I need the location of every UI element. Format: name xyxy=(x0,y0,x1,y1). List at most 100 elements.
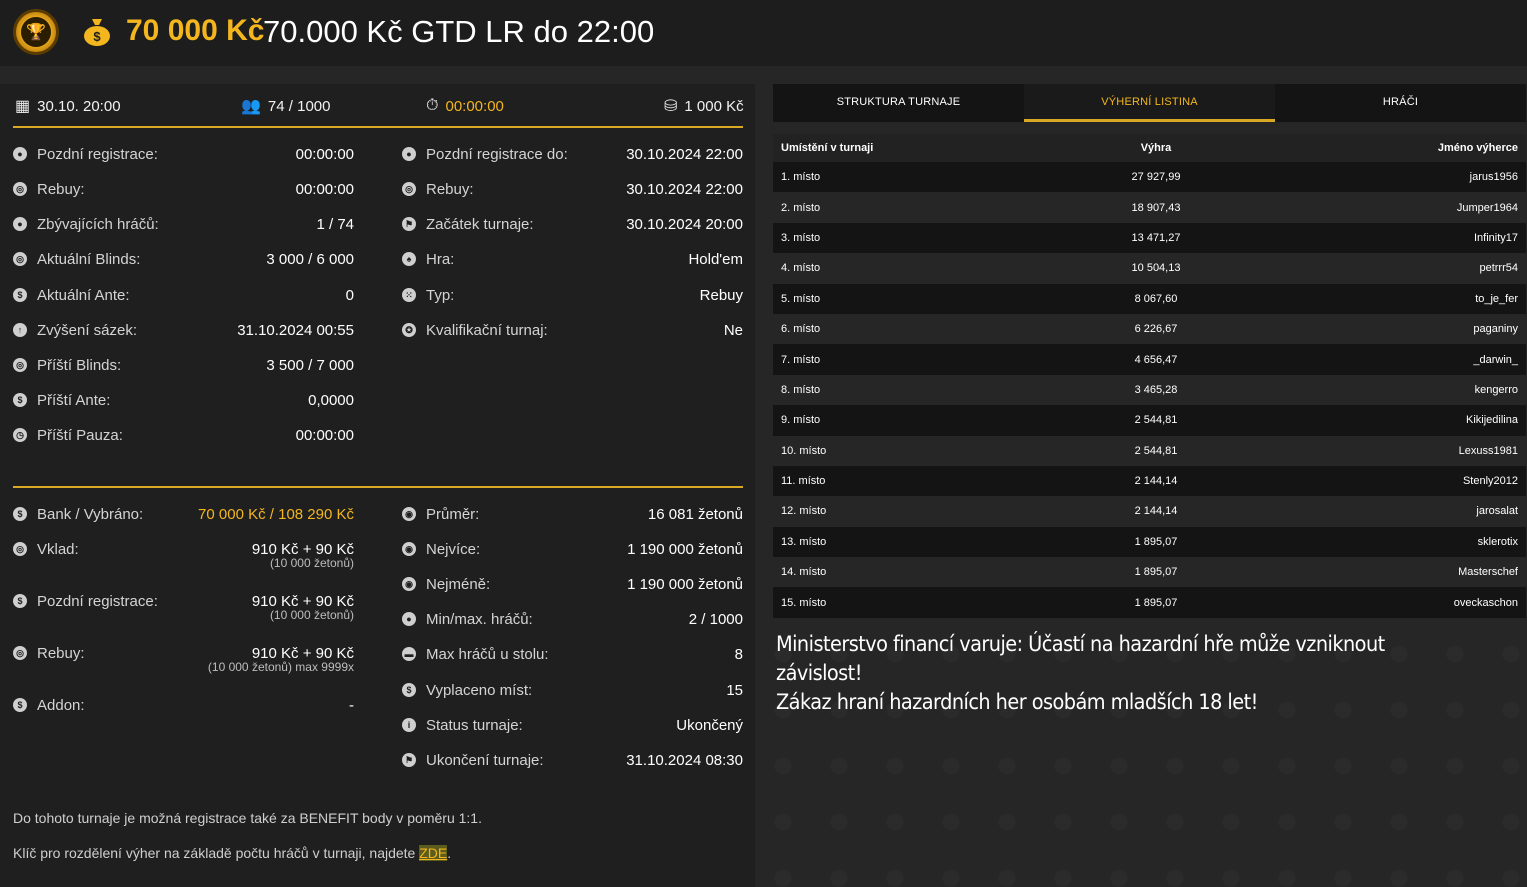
bank-left-subvalue: (10 000 žetonů) xyxy=(269,556,354,570)
info-left-row: ◎ Příští Blinds: 3 500 / 7 000 xyxy=(13,355,354,375)
info-left-label: Aktuální Ante: xyxy=(37,286,130,304)
bank-right-value: 1 190 000 žetonů xyxy=(627,540,743,558)
arrow-up-icon: ↑ xyxy=(13,323,27,337)
placement-cell: 1. místo xyxy=(781,171,821,184)
distribution-note: Klíč pro rozdělení výher na základě počt… xyxy=(13,845,451,861)
prize-cell: 4 656,47 xyxy=(1134,353,1178,366)
money-bag-icon: $ xyxy=(84,19,110,46)
bank-right-row: $ Vyplaceno míst: 15 xyxy=(402,680,743,700)
info-left-label: Příští Ante: xyxy=(37,391,111,409)
summary-players-value: 74 / 1000 xyxy=(267,97,331,115)
trophy-logo-icon[interactable]: 🏆 xyxy=(13,9,59,55)
dice-icon: ⁙ xyxy=(402,288,416,302)
money-icon: ⛁ xyxy=(664,98,678,115)
bank-left-row: $ Pozdní registrace: 910 Kč + 90 Kč (10 000… xyxy=(13,591,354,622)
winner-cell: Jumper1964 xyxy=(1456,201,1518,214)
prize-cell: 3 465,28 xyxy=(1134,383,1178,396)
placement-cell: 5. místo xyxy=(781,292,821,305)
bank-right-row: i Status turnaje: Ukončený xyxy=(402,715,743,735)
chips-icon: ◎ xyxy=(13,358,27,372)
bank-left-label: Vklad: xyxy=(37,540,79,558)
winner-cell: kengerro xyxy=(1474,383,1518,396)
info-left-label: Zbývajících hráčů: xyxy=(37,215,159,233)
users-icon: 👥 xyxy=(241,98,261,115)
winner-cell: paganiny xyxy=(1473,323,1518,336)
placement-cell: 15. místo xyxy=(781,596,827,609)
winner-cell: Stenly2012 xyxy=(1462,475,1518,488)
table-row: 2. místo 18 907,43 Jumper1964 xyxy=(773,192,1526,223)
placement-cell: 14. místo xyxy=(781,566,827,579)
coin-icon: $ xyxy=(13,594,27,608)
prize-cell: 2 544,81 xyxy=(1134,414,1178,427)
distribution-link[interactable]: ZDE xyxy=(419,845,448,861)
prize-cell: 1 895,07 xyxy=(1134,535,1178,548)
bank-right-label: Min/max. hráčů: xyxy=(426,610,533,628)
info-right-label: Typ: xyxy=(426,286,455,304)
table-row: 10. místo 2 544,81 Lexuss1981 xyxy=(773,435,1526,466)
table-row: 9. místo 2 544,81 Kikijedilina xyxy=(773,405,1526,436)
bank-right-value: 1 190 000 žetonů xyxy=(627,575,743,593)
header-prize: Výhra xyxy=(1140,142,1172,154)
placement-cell: 7. místo xyxy=(781,353,821,366)
bank-right-label: Max hráčů u stolu: xyxy=(426,645,549,663)
info-right-row: ✪ Kvalifikační turnaj: Ne xyxy=(402,320,743,340)
winner-cell: jarosalat xyxy=(1476,505,1518,518)
info-right-value: Ne xyxy=(723,321,743,339)
placement-cell: 6. místo xyxy=(781,323,821,336)
table-row: 5. místo 8 067,60 to_je_fer xyxy=(773,283,1526,314)
info-left-value: 0 xyxy=(345,286,354,304)
user-icon: ● xyxy=(13,147,27,161)
info-left-row: $ Příští Ante: 0,0000 xyxy=(13,390,354,410)
info-right-row: ⁙ Typ: Rebuy xyxy=(402,285,743,305)
placement-cell: 12. místo xyxy=(781,505,827,518)
stopwatch-icon: ⏱ xyxy=(426,97,439,114)
prize-title: 70 000 Kč xyxy=(126,14,265,47)
gambling-warning: Ministerstvo financí varuje: Účastí na h… xyxy=(776,630,1420,717)
table-row: 14. místo 1 895,07 Masterschef xyxy=(773,557,1526,588)
coin-icon: $ xyxy=(13,698,27,712)
info-left-value: 00:00:00 xyxy=(295,145,354,163)
chip-icon: ◉ xyxy=(402,577,416,591)
bank-right-row: ⚑ Ukončení turnaje: 31.10.2024 08:30 xyxy=(402,750,743,770)
tab-structure[interactable]: STRUKTURA TURNAJE xyxy=(773,84,1024,122)
prize-cell: 6 226,67 xyxy=(1134,323,1178,336)
divider xyxy=(13,126,743,128)
user-icon: ● xyxy=(402,147,416,161)
bank-right-label: Status turnaje: xyxy=(426,716,523,734)
money-icon: $ xyxy=(402,683,416,697)
prize-cell: 2 144,14 xyxy=(1134,505,1178,518)
svg-text:$: $ xyxy=(93,29,101,44)
placement-cell: 9. místo xyxy=(781,414,821,427)
clock-icon: ◷ xyxy=(13,428,27,442)
bank-right-row: ◉ Průměr: 16 081 žetonů xyxy=(402,504,743,524)
table-row: 1. místo 27 927,99 jarus1956 xyxy=(773,162,1526,193)
chips-icon: ◎ xyxy=(13,542,27,556)
chip-icon: ◉ xyxy=(402,542,416,556)
distribution-note-end: . xyxy=(447,845,452,861)
winner-cell: Infinity17 xyxy=(1473,231,1518,244)
chips-icon: ◎ xyxy=(13,252,27,266)
bank-right-value: Ukončený xyxy=(676,716,743,734)
info-left-value: 3 500 / 7 000 xyxy=(266,356,354,374)
info-left-row: ↑ Zvýšení sázek: 31.10.2024 00:55 xyxy=(13,320,354,340)
bank-right-value: 8 xyxy=(734,645,743,663)
bank-right-label: Nejvíce: xyxy=(426,540,481,558)
distribution-note-text: Klíč pro rozdělení výher na základě počt… xyxy=(13,845,420,861)
medal-icon: ✪ xyxy=(402,323,416,337)
placement-cell: 2. místo xyxy=(781,201,821,214)
info-right-label: Začátek turnaje: xyxy=(426,215,534,233)
prize-cell: 10 504,13 xyxy=(1131,262,1181,275)
summary-date-value: 30.10. 20:00 xyxy=(37,97,121,115)
calendar-icon: ▦ xyxy=(15,98,31,115)
winner-cell: jarus1956 xyxy=(1469,171,1518,184)
tab-players[interactable]: HRÁČI xyxy=(1275,84,1526,122)
info-right-row: ⚑ Začátek turnaje: 30.10.2024 20:00 xyxy=(402,214,743,234)
bank-right-value: 16 081 žetonů xyxy=(647,505,743,523)
winner-cell: petrrr54 xyxy=(1479,262,1518,275)
info-left-value: 00:00:00 xyxy=(295,426,354,444)
benefit-note: Do tohoto turnaje je možná registrace ta… xyxy=(13,810,482,826)
tab-prize-list[interactable]: VÝHERNÍ LISTINA xyxy=(1024,84,1275,122)
summary-buyin-value: 1 000 Kč xyxy=(684,97,744,115)
bank-right-value: 15 xyxy=(726,681,743,699)
table-row: 4. místo 10 504,13 petrrr54 xyxy=(773,253,1526,284)
